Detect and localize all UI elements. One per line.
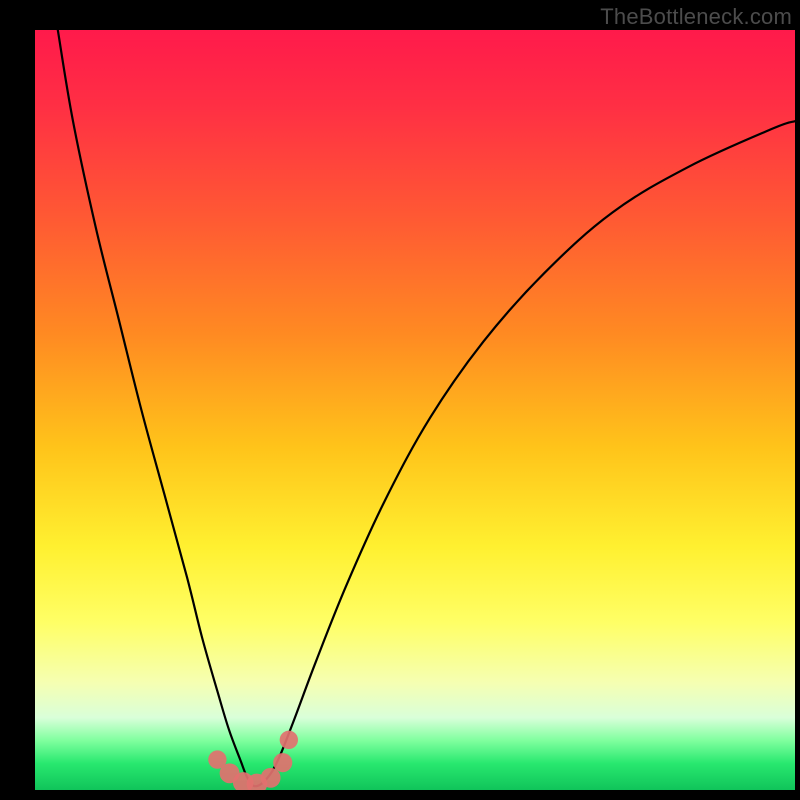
marker-dot [261, 768, 281, 788]
marker-dot [280, 731, 298, 749]
gradient-background [35, 30, 795, 790]
marker-dot [273, 753, 292, 772]
outer-frame: TheBottleneck.com [0, 0, 800, 800]
watermark-text: TheBottleneck.com [600, 4, 792, 30]
plot-area [35, 30, 795, 790]
chart-svg [35, 30, 795, 790]
